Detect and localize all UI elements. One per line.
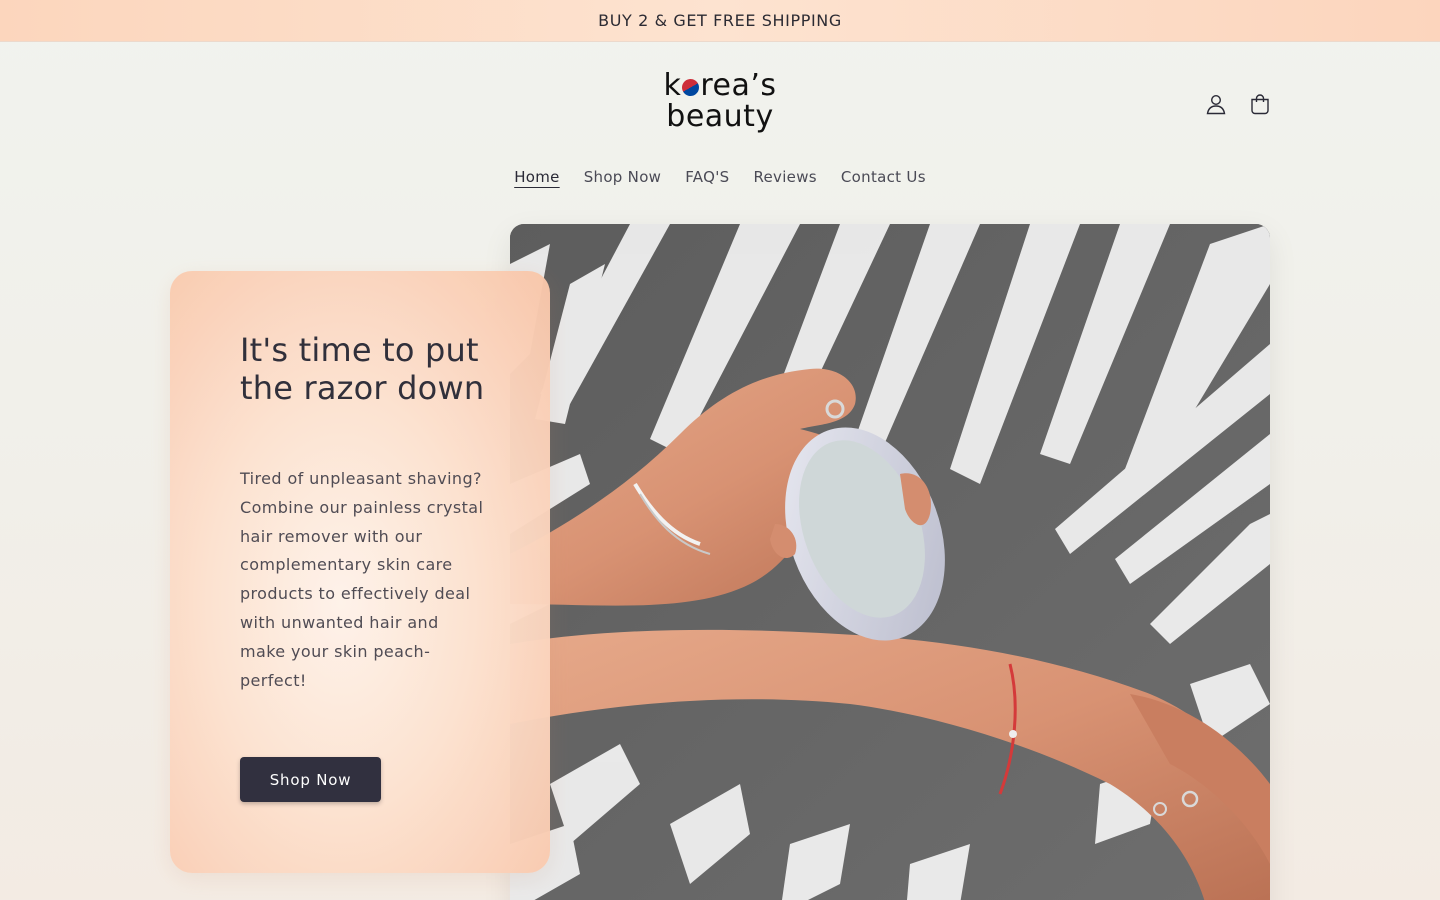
nav-item-faqs[interactable]: FAQ'S bbox=[673, 166, 741, 188]
cart-button[interactable] bbox=[1246, 90, 1274, 118]
brand-logo[interactable]: k rea’s beauty bbox=[650, 70, 790, 140]
nav-item-reviews[interactable]: Reviews bbox=[741, 166, 828, 188]
announcement-text: BUY 2 & GET FREE SHIPPING bbox=[598, 11, 842, 30]
hero-image bbox=[510, 224, 1270, 900]
hero-text-card: It's time to put the razor down Tired of… bbox=[170, 271, 550, 873]
announcement-bar: BUY 2 & GET FREE SHIPPING bbox=[0, 0, 1440, 42]
logo-word: rea’s bbox=[700, 68, 777, 103]
nav-item-home[interactable]: Home bbox=[502, 166, 572, 188]
shop-now-button[interactable]: Shop Now bbox=[240, 757, 381, 802]
bag-icon bbox=[1251, 94, 1269, 115]
nav-item-contact-us[interactable]: Contact Us bbox=[829, 166, 938, 188]
nav-item-shop-now[interactable]: Shop Now bbox=[572, 166, 674, 188]
hero-description: Tired of unpleasant shaving? Combine our… bbox=[240, 469, 484, 690]
user-icon bbox=[1206, 94, 1226, 115]
hero-heading: It's time to put the razor down bbox=[240, 331, 485, 407]
taegeuk-dot-icon bbox=[679, 75, 703, 100]
hero-photo-illustration bbox=[510, 224, 1270, 900]
account-button[interactable] bbox=[1202, 90, 1230, 118]
logo-letter: k bbox=[663, 68, 682, 103]
logo-word-beauty: beauty bbox=[666, 99, 774, 134]
main-nav: Home Shop Now FAQ'S Reviews Contact Us bbox=[0, 166, 1440, 188]
